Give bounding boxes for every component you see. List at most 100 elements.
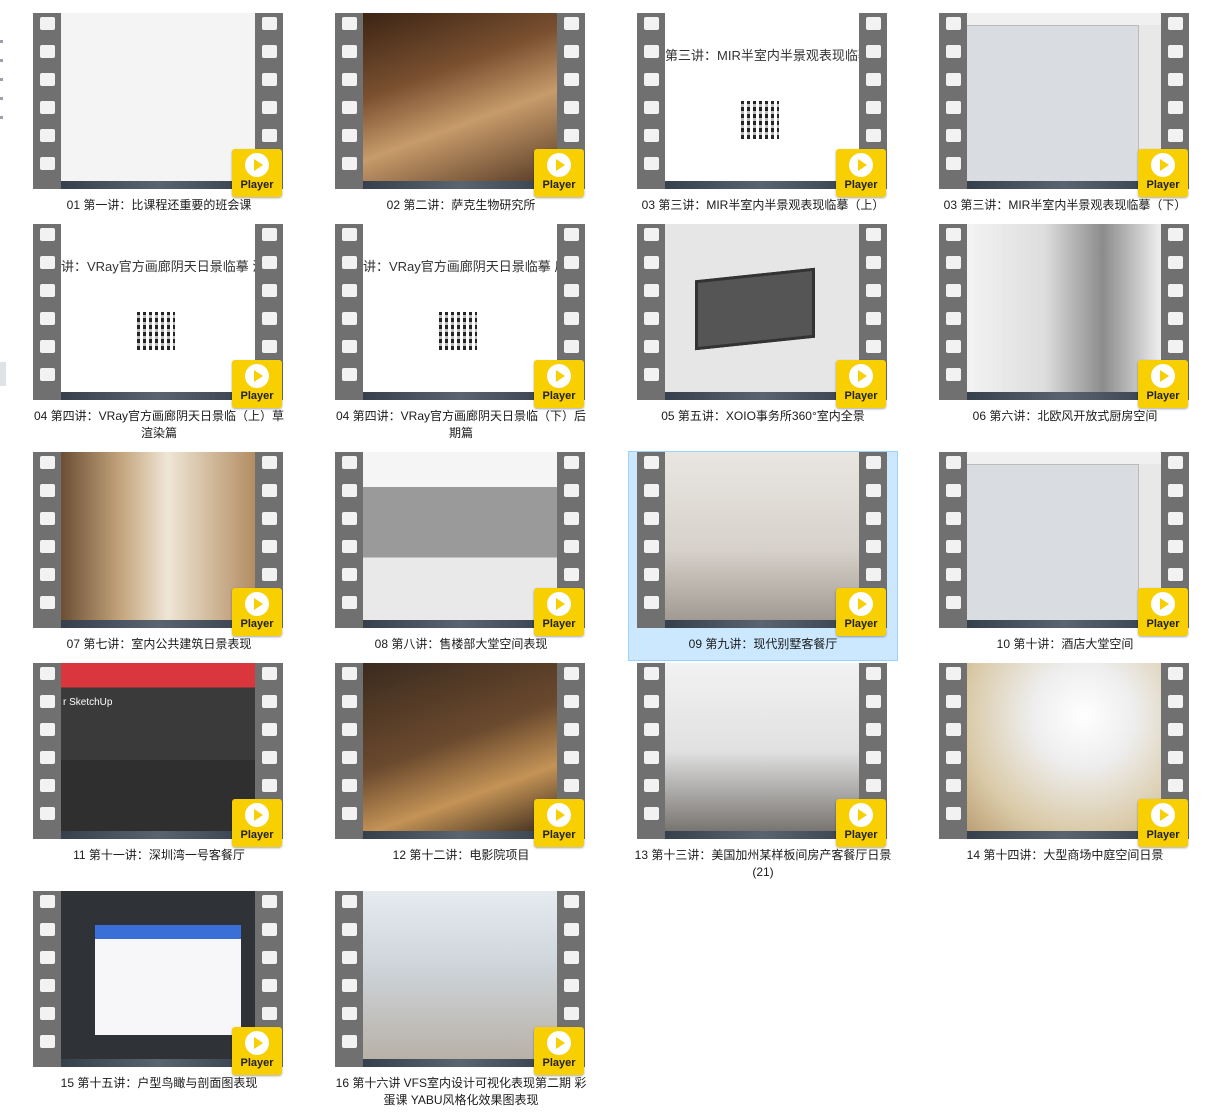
preview-taskbar: [665, 181, 859, 189]
player-label: Player: [240, 1057, 274, 1069]
preview-taskbar: [61, 620, 255, 628]
player-badge: Player: [1138, 149, 1188, 197]
model-shape: [695, 267, 815, 351]
video-file-tile[interactable]: Player 14 第十四讲：大型商场中庭空间日景: [930, 662, 1200, 872]
video-file-name: 02 第二讲：萨克生物研究所: [386, 198, 536, 212]
video-file-name: 16 第十六讲 VFS室内设计可视化表现第二期 彩蛋课 YABU风格化效果图表现: [335, 1076, 587, 1107]
film-sprockets: [637, 224, 665, 400]
preview-taskbar: [61, 181, 255, 189]
preview-taskbar: [967, 392, 1161, 400]
video-file-tile[interactable]: Player 02 第二讲：萨克生物研究所: [326, 12, 596, 222]
app-window: [95, 925, 241, 1035]
film-sprockets: [939, 452, 967, 628]
player-badge: Player: [534, 588, 584, 636]
video-file-tile[interactable]: Player 05 第五讲：XOIO事务所360°室内全景: [628, 223, 898, 433]
video-preview: 讲：VRay官方画廊阴天日景临摹 渲染篇: [61, 224, 255, 400]
video-preview: [61, 13, 255, 189]
play-icon: [1151, 803, 1175, 827]
preview-taskbar: [665, 831, 859, 839]
video-file-name: 06 第六讲：北欧风开放式厨房空间: [972, 409, 1158, 423]
video-file-name: 08 第八讲：售楼部大堂空间表现: [374, 637, 548, 651]
video-file-tile[interactable]: r SketchUp Player 11 第十一讲：深圳湾一号客餐厅: [24, 662, 294, 872]
player-badge: Player: [232, 1027, 282, 1075]
video-preview: [363, 891, 557, 1067]
video-file-tile[interactable]: Player 15 第十五讲：户型鸟瞰与剖面图表现: [24, 890, 294, 1100]
play-icon: [245, 592, 269, 616]
video-preview: [61, 891, 255, 1067]
player-label: Player: [844, 179, 878, 191]
preview-taskbar: [61, 1059, 255, 1067]
film-sprockets: [33, 663, 61, 839]
video-file-tile[interactable]: Player 10 第十讲：酒店大堂空间: [930, 451, 1200, 661]
slide-title: 第三讲：MIR半室内半景观表现临摹: [665, 48, 859, 63]
film-sprockets: [335, 891, 363, 1067]
player-badge: Player: [1138, 799, 1188, 847]
video-file-tile[interactable]: Player 09 第九讲：现代别墅客餐厅: [628, 451, 898, 661]
video-file-name: 15 第十五讲：户型鸟瞰与剖面图表现: [60, 1076, 258, 1090]
left-edge-marks: [0, 40, 6, 135]
video-file-tile[interactable]: Player 08 第八讲：售楼部大堂空间表现: [326, 451, 596, 661]
preview-taskbar: [61, 392, 255, 400]
player-badge: Player: [534, 1027, 584, 1075]
player-label: Player: [240, 390, 274, 402]
video-preview: [665, 663, 859, 839]
video-file-tile[interactable]: Player 07 第七讲：室内公共建筑日景表现: [24, 451, 294, 661]
video-file-tile[interactable]: 讲：VRay官方画廊阴天日景临摹 渲染篇 Player 04 第四讲：VRay官方画…: [24, 223, 294, 440]
play-icon: [245, 153, 269, 177]
qr-code-icon: [137, 312, 175, 350]
video-file-tile[interactable]: Player 01 第一讲：比课程还重要的班会课: [24, 12, 294, 222]
video-file-tile[interactable]: Player 03 第三讲：MIR半室内半景观表现临摹（下）: [930, 12, 1200, 222]
player-badge: Player: [232, 799, 282, 847]
video-file-name: 03 第三讲：MIR半室内半景观表现临摹（上）: [641, 198, 885, 212]
preview-taskbar: [363, 181, 557, 189]
preview-taskbar: [967, 831, 1161, 839]
video-preview: 第三讲：MIR半室内半景观表现临摹: [665, 13, 859, 189]
player-label: Player: [240, 618, 274, 630]
video-preview: 讲：VRay官方画廊阴天日景临摹 后期篇: [363, 224, 557, 400]
player-label: Player: [542, 390, 576, 402]
film-sprockets: [637, 13, 665, 189]
video-file-tile[interactable]: Player 13 第十三讲：美国加州某样板间房产客餐厅日景(21): [628, 662, 898, 879]
video-file-name: 04 第四讲：VRay官方画廊阴天日景临（下）后期篇: [335, 409, 587, 440]
video-preview: [665, 452, 859, 628]
player-label: Player: [542, 179, 576, 191]
preview-taskbar: [665, 392, 859, 400]
video-file-tile[interactable]: Player 06 第六讲：北欧风开放式厨房空间: [930, 223, 1200, 433]
play-icon: [1151, 592, 1175, 616]
film-sprockets: [637, 452, 665, 628]
player-label: Player: [844, 829, 878, 841]
video-preview: [967, 224, 1161, 400]
player-label: Player: [1146, 390, 1180, 402]
preview-taskbar: [61, 831, 255, 839]
film-sprockets: [939, 663, 967, 839]
video-file-tile[interactable]: 讲：VRay官方画廊阴天日景临摹 后期篇 Player 04 第四讲：VRay官方画…: [326, 223, 596, 440]
play-icon: [245, 364, 269, 388]
film-sprockets: [33, 452, 61, 628]
video-file-tile[interactable]: Player 12 第十二讲：电影院项目: [326, 662, 596, 872]
video-file-tile[interactable]: Player 16 第十六讲 VFS室内设计可视化表现第二期 彩蛋课 YABU风格…: [326, 890, 596, 1107]
play-icon: [547, 1031, 571, 1055]
video-file-name: 07 第七讲：室内公共建筑日景表现: [66, 637, 252, 651]
play-icon: [547, 592, 571, 616]
app-toolbar: [967, 13, 1161, 26]
player-badge: Player: [1138, 360, 1188, 408]
player-label: Player: [240, 179, 274, 191]
film-sprockets: [33, 891, 61, 1067]
preview-taskbar: [967, 620, 1161, 628]
video-preview: [967, 663, 1161, 839]
player-label: Player: [542, 618, 576, 630]
video-file-name: 05 第五讲：XOIO事务所360°室内全景: [661, 409, 865, 423]
film-sprockets: [335, 663, 363, 839]
video-preview: [967, 452, 1161, 628]
play-icon: [1151, 153, 1175, 177]
play-icon: [1151, 364, 1175, 388]
qr-code-icon: [741, 101, 779, 139]
preview-taskbar: [363, 831, 557, 839]
app-toolbar: [967, 452, 1161, 465]
player-label: Player: [542, 829, 576, 841]
player-badge: Player: [534, 360, 584, 408]
film-sprockets: [335, 452, 363, 628]
video-file-name: 01 第一讲：比课程还重要的班会课: [66, 198, 252, 212]
video-file-tile[interactable]: 第三讲：MIR半室内半景观表现临摹 Player 03 第三讲：MIR半室内半景观表…: [628, 12, 898, 222]
video-file-name: 13 第十三讲：美国加州某样板间房产客餐厅日景(21): [634, 848, 892, 879]
